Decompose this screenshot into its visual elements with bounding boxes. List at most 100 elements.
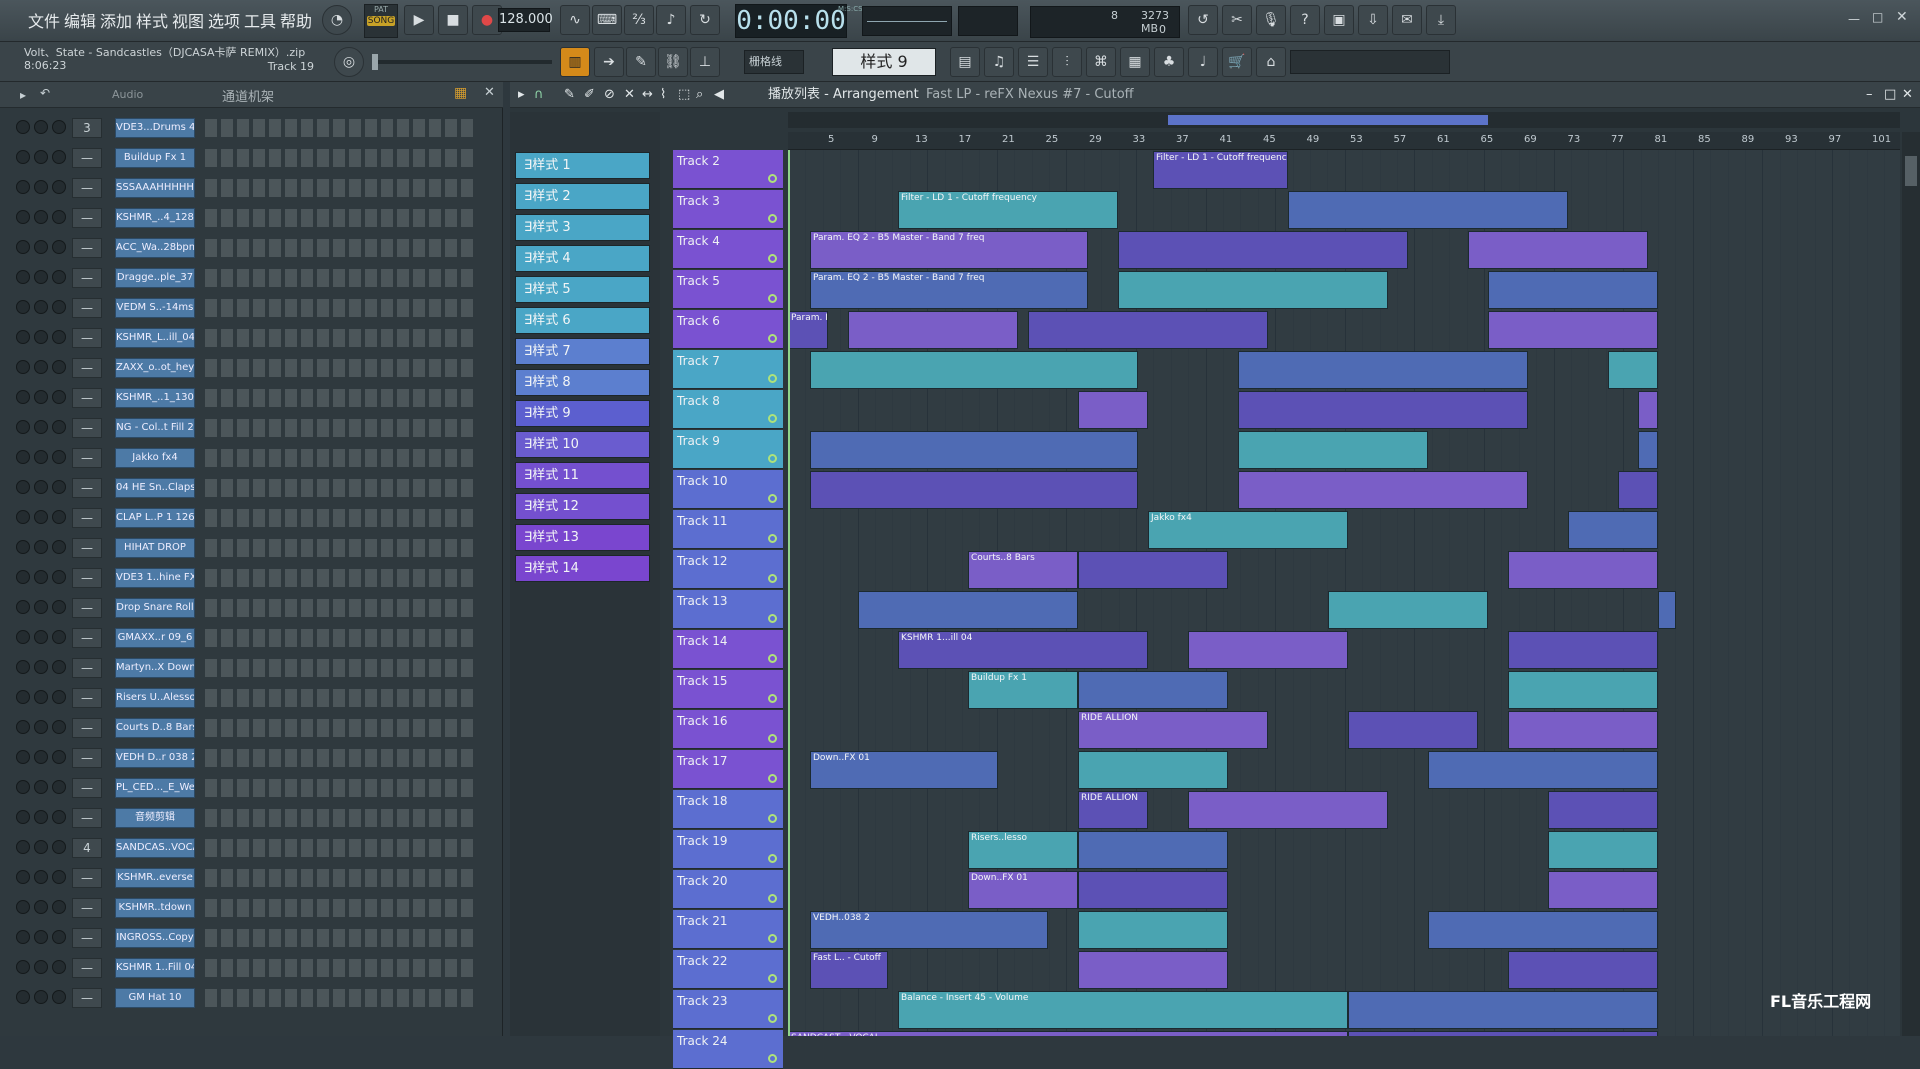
- channel-pan-knob[interactable]: [34, 720, 48, 734]
- channel-pan-knob[interactable]: [34, 810, 48, 824]
- step-sequencer[interactable]: [205, 449, 475, 467]
- step-sequencer[interactable]: [205, 479, 475, 497]
- step-sequencer[interactable]: [205, 329, 475, 347]
- arrangement-clip[interactable]: [1508, 551, 1658, 589]
- channel-mute-icon[interactable]: [16, 810, 30, 824]
- step-sequencer[interactable]: [205, 149, 475, 167]
- shop-icon[interactable]: 🛒: [1222, 47, 1252, 77]
- arrangement-clip[interactable]: [1468, 231, 1648, 269]
- channel-pan-knob[interactable]: [34, 600, 48, 614]
- channel-volume-knob[interactable]: [52, 360, 66, 374]
- pattern-selector[interactable]: 样式 9: [832, 48, 936, 76]
- playlist-close-icon[interactable]: ✕: [1902, 82, 1913, 108]
- arrangement-clip[interactable]: [1488, 311, 1658, 349]
- arrangement-clip[interactable]: [1508, 631, 1658, 669]
- arrangement-clip[interactable]: [1078, 951, 1228, 989]
- mute-tool-icon[interactable]: ✕: [624, 82, 635, 108]
- channel-name-button[interactable]: HIHAT DROP: [115, 538, 195, 558]
- step-sequencer[interactable]: [205, 269, 475, 287]
- channel-name-button[interactable]: Dragge..ple_37: [115, 268, 195, 288]
- channel-mute-icon[interactable]: [16, 390, 30, 404]
- track-enable-icon[interactable]: [768, 294, 777, 303]
- arrangement-clip[interactable]: [1078, 911, 1228, 949]
- track-header[interactable]: Track 10: [673, 470, 783, 509]
- arrangement-clip[interactable]: Jakko fx4: [1148, 511, 1348, 549]
- channel-pan-knob[interactable]: [34, 360, 48, 374]
- channel-volume-knob[interactable]: [52, 690, 66, 704]
- channel-name-button[interactable]: VEDM S..-14ms: [115, 298, 195, 318]
- channel-mixer-track[interactable]: —: [72, 418, 102, 438]
- track-enable-icon[interactable]: [768, 334, 777, 343]
- track-header[interactable]: Track 20: [673, 870, 783, 909]
- channel-mute-icon[interactable]: [16, 630, 30, 644]
- menu-help[interactable]: 帮助: [280, 8, 312, 32]
- track-enable-icon[interactable]: [768, 734, 777, 743]
- pattern-item[interactable]: ∃样式 8: [515, 369, 650, 396]
- channel-pan-knob[interactable]: [34, 240, 48, 254]
- arrangement-clip[interactable]: [1348, 1031, 1658, 1036]
- channel-mute-icon[interactable]: [16, 150, 30, 164]
- arrangement-clip[interactable]: [1548, 791, 1658, 829]
- pattern-item[interactable]: ∃样式 2: [515, 183, 650, 210]
- channel-name-button[interactable]: KSHMR_..1_130: [115, 388, 195, 408]
- arrangement-clip[interactable]: [1078, 831, 1228, 869]
- arrangement-clip[interactable]: RIDE ALLION: [1078, 711, 1268, 749]
- arrangement-clip[interactable]: [1028, 311, 1268, 349]
- arrangement-clip[interactable]: [1508, 671, 1658, 709]
- channel-mute-icon[interactable]: [16, 360, 30, 374]
- vertical-scrollbar[interactable]: [1902, 132, 1920, 1036]
- channel-mute-icon[interactable]: [16, 600, 30, 614]
- channel-name-button[interactable]: Buildup Fx 1: [115, 148, 195, 168]
- track-enable-icon[interactable]: [768, 454, 777, 463]
- pattern-item[interactable]: ∃样式 12: [515, 493, 650, 520]
- channel-name-button[interactable]: ACC_Wa..28bpm: [115, 238, 195, 258]
- step-sequencer[interactable]: [205, 989, 475, 1007]
- track-header[interactable]: Track 9: [673, 430, 783, 469]
- channel-name-button[interactable]: ZAXX_o..ot_hey: [115, 358, 195, 378]
- arrangement-clip[interactable]: [1548, 831, 1658, 869]
- delete-tool-icon[interactable]: ⊘: [604, 82, 615, 108]
- channel-mute-icon[interactable]: [16, 450, 30, 464]
- pattern-item[interactable]: ∃样式 7: [515, 338, 650, 365]
- arrangement-clip[interactable]: Courts..8 Bars: [968, 551, 1078, 589]
- master-pitch-slider[interactable]: [372, 54, 552, 70]
- step-edit-icon[interactable]: ⅔: [624, 5, 654, 35]
- channel-volume-knob[interactable]: [52, 600, 66, 614]
- channel-mixer-track[interactable]: —: [72, 328, 102, 348]
- track-header[interactable]: Track 12: [673, 550, 783, 589]
- step-sequencer[interactable]: [205, 689, 475, 707]
- channel-volume-knob[interactable]: [52, 750, 66, 764]
- channel-volume-knob[interactable]: [52, 570, 66, 584]
- track-enable-icon[interactable]: [768, 534, 777, 543]
- channel-volume-knob[interactable]: [52, 900, 66, 914]
- channel-pan-knob[interactable]: [34, 960, 48, 974]
- arrangement-clip[interactable]: [1078, 551, 1228, 589]
- channel-volume-knob[interactable]: [52, 990, 66, 1004]
- channel-pan-knob[interactable]: [34, 270, 48, 284]
- channel-name-button[interactable]: Martyn..X Down: [115, 658, 195, 678]
- arrangement-clip[interactable]: Balance - Insert 45 - Volume: [898, 991, 1348, 1029]
- track-enable-icon[interactable]: [768, 974, 777, 983]
- playlist-arrow-icon[interactable]: ▸: [518, 82, 525, 108]
- step-sequencer[interactable]: [205, 389, 475, 407]
- browser-icon[interactable]: ▦: [1120, 47, 1150, 77]
- arrangement-clip[interactable]: [1078, 391, 1148, 429]
- step-sequencer[interactable]: [205, 959, 475, 977]
- channel-mixer-track[interactable]: —: [72, 658, 102, 678]
- track-header[interactable]: Track 5: [673, 270, 783, 309]
- arrangement-clip[interactable]: [1618, 471, 1658, 509]
- channel-mixer-track[interactable]: —: [72, 388, 102, 408]
- slice-tool-icon[interactable]: ⌇: [660, 82, 666, 108]
- step-sequencer[interactable]: [205, 719, 475, 737]
- channel-filter[interactable]: Audio: [112, 88, 192, 101]
- tempo-display[interactable]: 128.000: [498, 8, 553, 32]
- save-icon[interactable]: ▣: [1324, 5, 1354, 35]
- channel-mixer-track[interactable]: —: [72, 898, 102, 918]
- channel-mixer-track[interactable]: —: [72, 808, 102, 828]
- song-time-display[interactable]: 0:00:00: [735, 4, 847, 38]
- step-sequencer[interactable]: [205, 629, 475, 647]
- minimize-icon[interactable]: —: [1848, 12, 1860, 26]
- stamp-icon[interactable]: ⊥: [690, 47, 720, 77]
- channel-volume-knob[interactable]: [52, 180, 66, 194]
- channel-name-button[interactable]: SANDCAS..VOCAL: [115, 838, 195, 858]
